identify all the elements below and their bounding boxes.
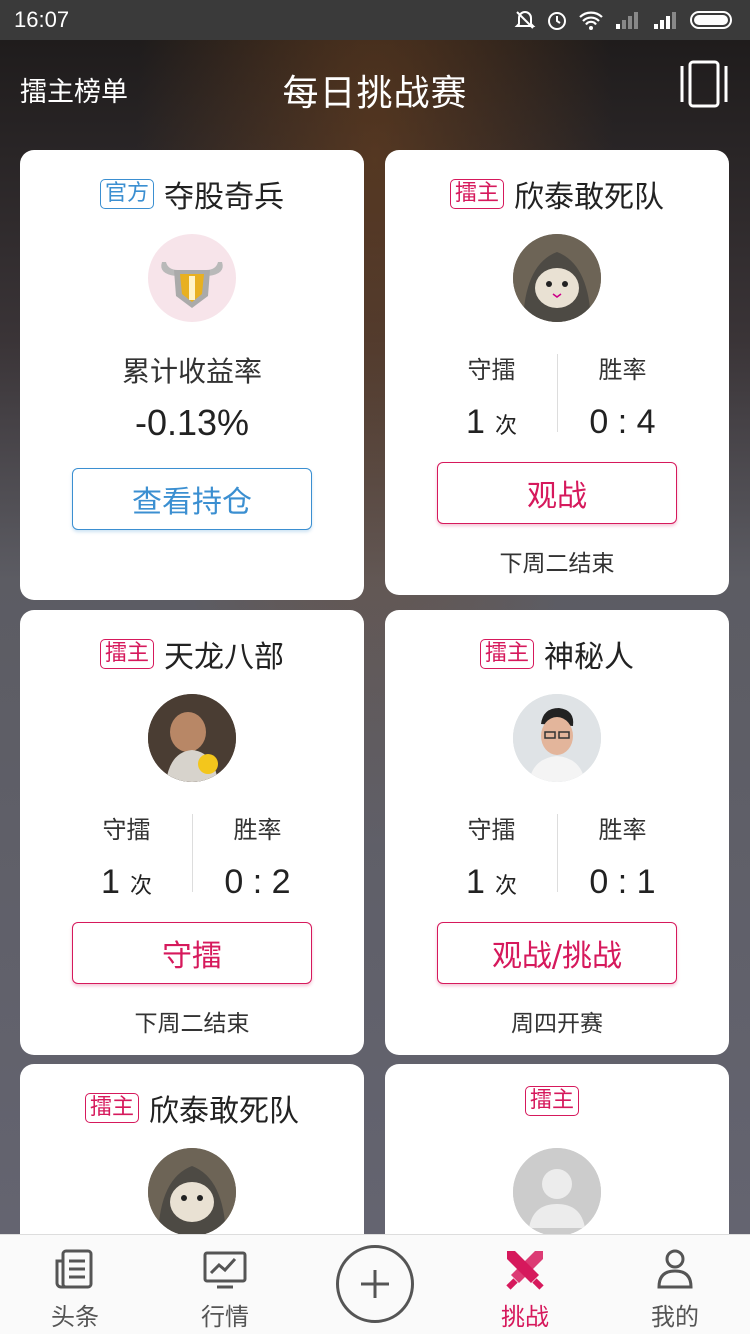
tab-news[interactable]: 头条 <box>0 1235 150 1334</box>
defend-button[interactable]: 守擂 <box>72 922 312 984</box>
champion-badge: 擂主 <box>449 179 504 209</box>
winrate-label: 胜率 <box>598 356 647 384</box>
chart-icon <box>203 1251 247 1289</box>
avatar[interactable] <box>513 1148 601 1236</box>
card-champion[interactable]: 擂主 欣泰敢死队 守擂 1次 胜率 0 : 4 观战 下周二结束 <box>385 150 729 595</box>
person-icon <box>657 1249 693 1289</box>
defend-unit: 次 <box>494 413 517 438</box>
battery-icon <box>690 11 732 29</box>
news-icon <box>55 1249 93 1289</box>
swords-icon <box>506 1251 544 1290</box>
tab-bar: 头条 行情 挑战 我的 <box>0 1234 750 1334</box>
avatar[interactable] <box>513 234 601 322</box>
tab-challenge[interactable]: 挑战 <box>450 1235 600 1334</box>
stats: 守擂 1次 胜率 0 : 4 <box>385 350 729 442</box>
cat-avatar-icon <box>148 1148 236 1236</box>
champion-badge: 擂主 <box>524 1086 579 1116</box>
card-name: 欣泰敢死队 <box>149 1094 299 1129</box>
default-avatar-icon <box>513 1148 601 1236</box>
start-time: 周四开赛 <box>511 1011 603 1037</box>
defend-unit: 次 <box>129 873 152 898</box>
header: 擂主榜单 每日挑战赛 <box>0 40 750 140</box>
tab-label: 头条 <box>51 1303 99 1331</box>
defend-count: 1 <box>466 403 485 441</box>
tab-market[interactable]: 行情 <box>150 1235 300 1334</box>
signal-icon-2 <box>654 12 676 29</box>
add-button[interactable] <box>336 1244 414 1323</box>
baby-avatar-icon <box>148 694 236 782</box>
card-title: 擂主 <box>385 1086 729 1116</box>
avatar[interactable] <box>148 694 236 782</box>
status-time: 16:07 <box>14 7 70 32</box>
card-name: 夺股奇兵 <box>164 180 284 215</box>
champion-badge: 擂主 <box>479 639 534 669</box>
defend-count: 1 <box>466 863 485 901</box>
end-time: 下周二结束 <box>499 551 615 577</box>
stats: 守擂 1次 胜率 0 : 2 <box>20 810 364 902</box>
card-champion[interactable]: 擂主 神秘人 守擂 1次 胜率 0 : 1 观战/挑战 周四开赛 <box>385 610 729 1055</box>
tab-label: 挑战 <box>501 1303 549 1331</box>
status-bar: 16:07 <box>0 0 750 40</box>
defend-label: 守擂 <box>467 816 516 844</box>
defend-unit: 次 <box>494 873 517 898</box>
winrate-label: 胜率 <box>598 816 647 844</box>
winrate-value: 0 : 1 <box>589 863 656 901</box>
card-name: 欣泰敢死队 <box>514 180 664 215</box>
defend-label: 守擂 <box>467 356 516 384</box>
tab-add[interactable] <box>300 1235 450 1334</box>
avatar[interactable] <box>513 694 601 782</box>
official-badge: 官方 <box>99 179 154 209</box>
bull-shield-icon <box>161 262 223 308</box>
winrate-value: 0 : 2 <box>224 863 291 901</box>
page-title: 每日挑战赛 <box>282 73 468 114</box>
mute-icon <box>514 11 536 29</box>
status-icons <box>514 9 736 31</box>
plus-icon <box>361 1269 389 1298</box>
cat-avatar-icon <box>513 234 601 322</box>
winrate-value: 0 : 4 <box>589 403 656 441</box>
watch-button[interactable]: 观战 <box>437 462 677 524</box>
signal-icon <box>616 12 638 29</box>
card-title: 擂主 神秘人 <box>385 632 729 676</box>
tab-label: 行情 <box>201 1303 249 1331</box>
tab-label: 我的 <box>651 1303 699 1331</box>
card-title: 擂主 天龙八部 <box>20 632 364 676</box>
metric-label: 累计收益率 <box>121 355 262 388</box>
card-name: 神秘人 <box>544 640 634 675</box>
cards-view-icon[interactable] <box>678 58 730 110</box>
alarm-icon <box>548 12 566 30</box>
view-holdings-button[interactable]: 查看持仓 <box>72 468 312 530</box>
champion-badge: 擂主 <box>84 1093 139 1123</box>
card-title: 官方 夺股奇兵 <box>20 172 364 216</box>
wifi-icon <box>579 11 603 30</box>
card-official[interactable]: 官方 夺股奇兵 累计收益率 -0.13% 查看持仓 <box>20 150 364 600</box>
avatar[interactable] <box>148 1148 236 1236</box>
card-title: 擂主 欣泰敢死队 <box>385 172 729 216</box>
stats: 守擂 1次 胜率 0 : 1 <box>385 810 729 902</box>
champion-badge: 擂主 <box>99 639 154 669</box>
defend-count: 1 <box>101 863 120 901</box>
card-champion[interactable]: 擂主 天龙八部 守擂 1次 胜率 0 : 2 守擂 下周二结束 <box>20 610 364 1055</box>
winrate-label: 胜率 <box>233 816 282 844</box>
tab-me[interactable]: 我的 <box>600 1235 750 1334</box>
avatar[interactable] <box>148 234 236 322</box>
watch-challenge-button[interactable]: 观战/挑战 <box>437 922 677 984</box>
card-title: 擂主 欣泰敢死队 <box>20 1086 364 1130</box>
defend-label: 守擂 <box>102 816 151 844</box>
card-name: 天龙八部 <box>164 640 284 675</box>
man-avatar-icon <box>513 694 601 782</box>
metric-value: -0.13% <box>134 402 250 443</box>
end-time: 下周二结束 <box>134 1011 250 1037</box>
